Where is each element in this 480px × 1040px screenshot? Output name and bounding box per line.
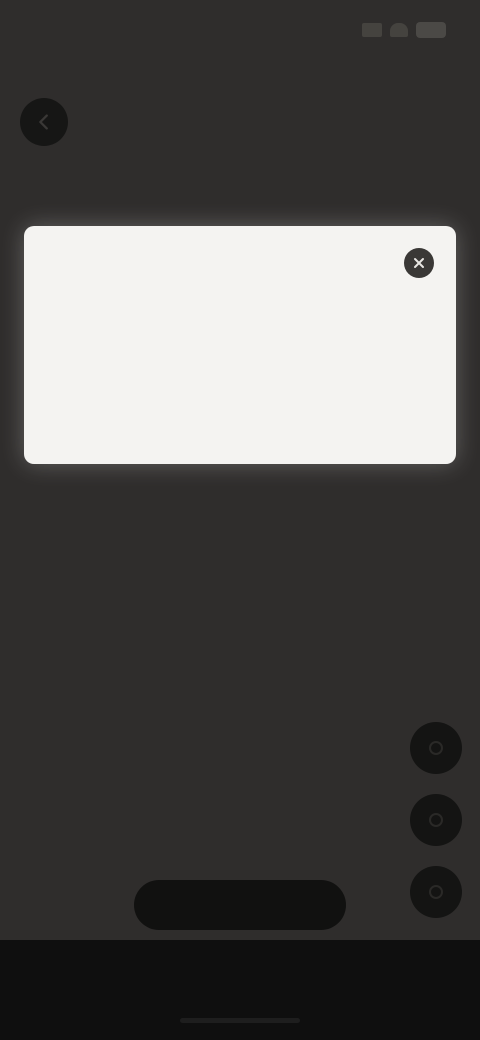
close-icon (414, 258, 424, 268)
side-action-button-3[interactable] (410, 866, 462, 918)
screen (0, 0, 480, 1040)
side-action-button-1[interactable] (410, 722, 462, 774)
body-line (30, 768, 376, 790)
status-icons (362, 22, 446, 38)
status-bar (0, 0, 480, 64)
promo-description (80, 384, 400, 424)
battery-icon (416, 22, 446, 38)
signal-icon (362, 23, 382, 37)
body-line (30, 644, 376, 675)
promo-title (164, 290, 316, 346)
side-action-button-2[interactable] (410, 794, 462, 846)
status-time (36, 18, 136, 44)
body-line (30, 520, 376, 551)
body-line (30, 737, 376, 768)
promo-eyebrow (120, 262, 360, 280)
action-icon (429, 813, 443, 827)
home-indicator[interactable] (180, 1018, 300, 1023)
back-button[interactable] (20, 98, 68, 146)
body-line (30, 675, 376, 706)
wifi-icon (390, 23, 408, 37)
body-line (30, 582, 376, 613)
body-line (30, 706, 376, 737)
action-icon (429, 741, 443, 755)
arrow-left-icon (39, 114, 48, 130)
body-line (30, 613, 376, 644)
side-actions (410, 722, 464, 938)
action-icon (429, 885, 443, 899)
close-button[interactable] (404, 248, 434, 278)
promo-subtitle (134, 354, 346, 372)
body-text (30, 520, 376, 790)
cta-button[interactable] (134, 880, 346, 930)
body-line (30, 551, 376, 582)
promo-card (24, 226, 456, 464)
bottom-navigation-bar (0, 940, 480, 1040)
